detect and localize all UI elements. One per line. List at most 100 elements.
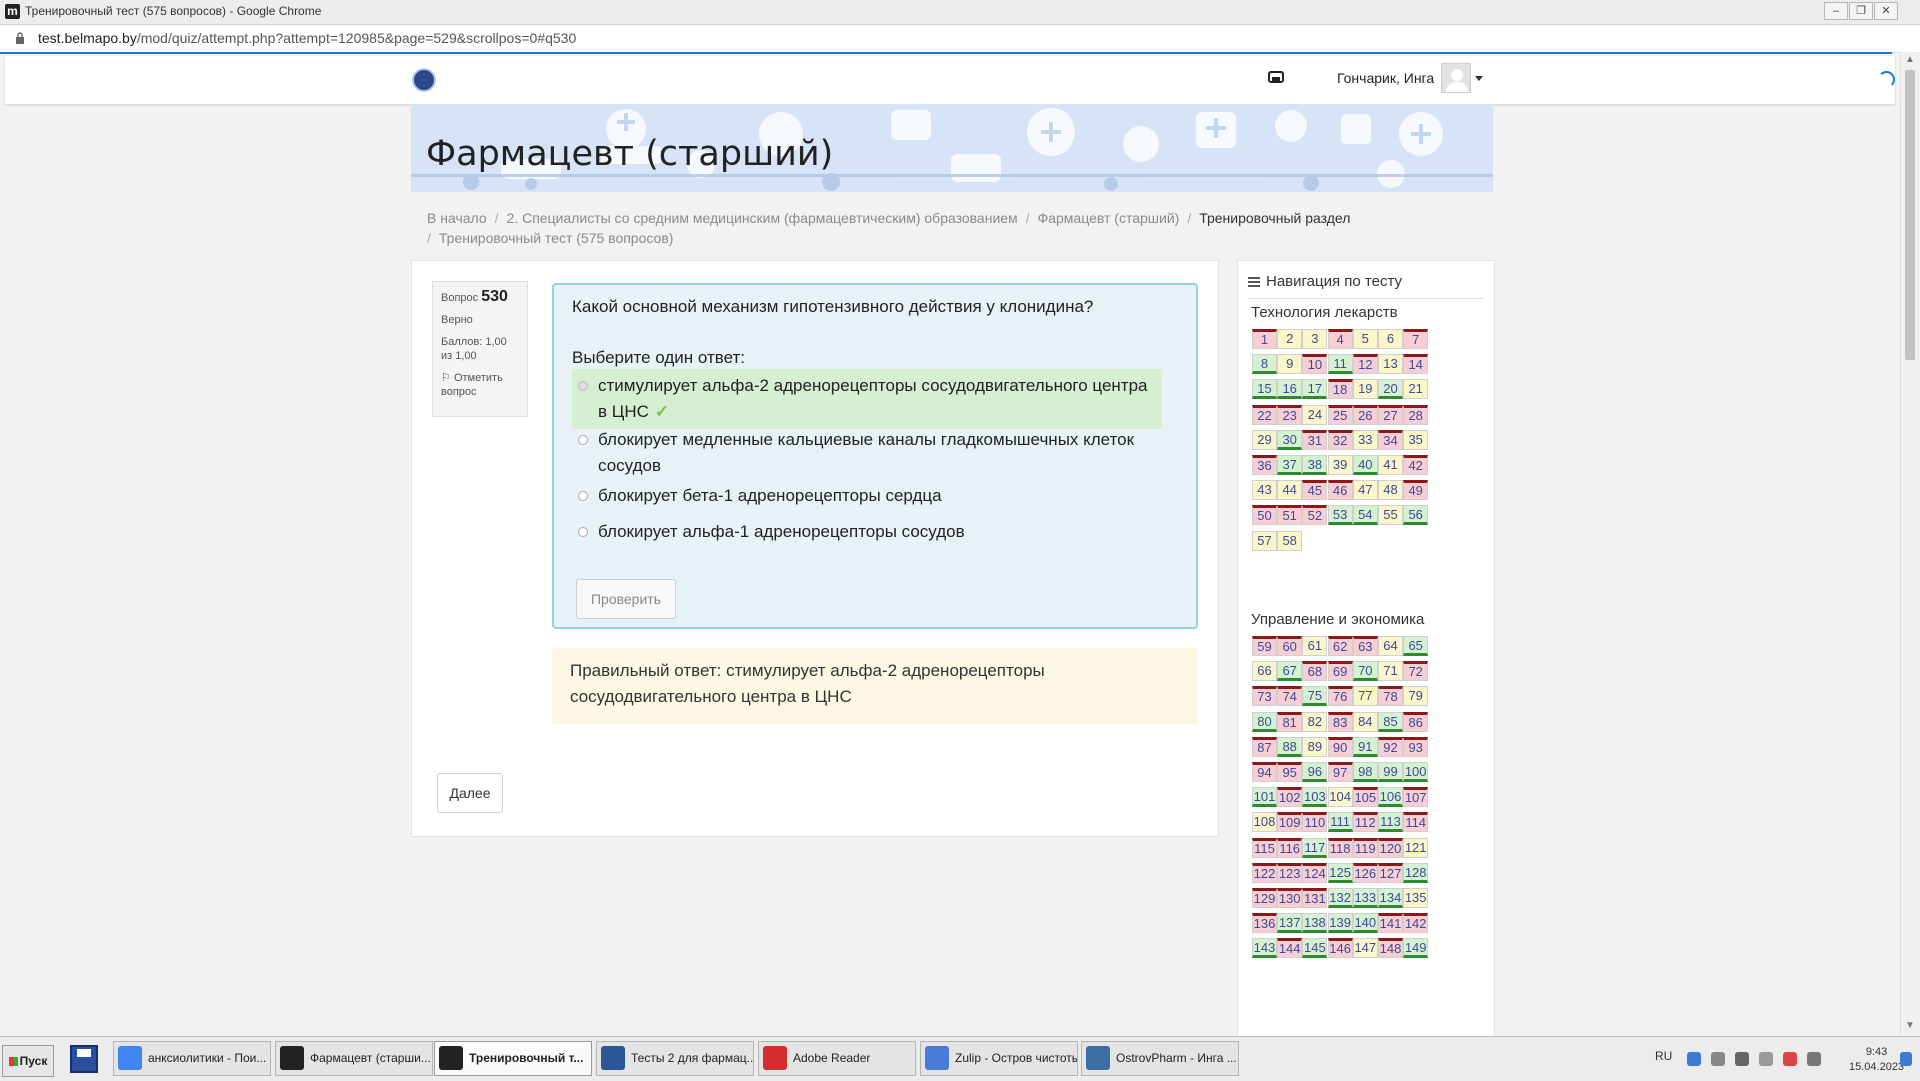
question-nav-button[interactable]: 57 — [1252, 530, 1277, 551]
address-bar[interactable]: test.belmapo.by/mod/quiz/attempt.php?att… — [0, 25, 1920, 53]
question-nav-button[interactable]: 56 — [1403, 505, 1429, 526]
question-nav-button[interactable]: 73 — [1252, 686, 1277, 707]
question-nav-button[interactable]: 146 — [1327, 938, 1353, 959]
answer-option-1[interactable]: стимулирует альфа-2 адренорецепторы сосу… — [572, 369, 1162, 429]
tray-app-icon[interactable] — [1783, 1052, 1797, 1066]
scrollbar-thumb[interactable] — [1905, 70, 1915, 360]
taskbar-task-button[interactable]: Тренировочный т... — [434, 1041, 592, 1076]
question-nav-button[interactable]: 143 — [1252, 938, 1277, 959]
question-nav-button[interactable]: 14 — [1403, 354, 1429, 375]
question-nav-button[interactable]: 118 — [1327, 837, 1353, 858]
question-nav-button[interactable]: 125 — [1327, 862, 1353, 883]
question-nav-button[interactable]: 140 — [1352, 913, 1378, 934]
question-nav-button[interactable]: 48 — [1378, 480, 1403, 501]
network-icon[interactable] — [1759, 1052, 1773, 1066]
url-text[interactable]: test.belmapo.by/mod/quiz/attempt.php?att… — [38, 30, 576, 46]
minimize-button[interactable]: – — [1824, 2, 1848, 20]
question-nav-button[interactable]: 4 — [1327, 329, 1353, 349]
question-nav-button[interactable]: 134 — [1378, 888, 1403, 908]
tray-app-icon[interactable] — [1711, 1052, 1725, 1066]
system-clock[interactable]: 9:43 15.04.2023 — [1849, 1045, 1904, 1075]
question-nav-button[interactable]: 90 — [1327, 736, 1353, 757]
taskbar-task-button[interactable]: Фармацевт (старши... — [275, 1041, 433, 1076]
question-nav-button[interactable]: 26 — [1352, 404, 1378, 425]
avatar[interactable] — [1441, 63, 1471, 93]
question-nav-button[interactable]: 89 — [1302, 736, 1328, 757]
question-nav-button[interactable]: 16 — [1277, 379, 1303, 400]
question-nav-button[interactable]: 12 — [1352, 354, 1378, 375]
answer-option-2[interactable]: блокирует медленные кальциевые каналы гл… — [572, 427, 1162, 479]
page-scrollbar[interactable]: ▲ ▼ — [1900, 52, 1919, 1036]
question-nav-button[interactable]: 106 — [1378, 787, 1403, 808]
question-nav-button[interactable]: 86 — [1403, 711, 1429, 732]
question-nav-button[interactable]: 34 — [1378, 429, 1403, 450]
question-nav-button[interactable]: 136 — [1252, 913, 1277, 934]
question-nav-button[interactable]: 103 — [1302, 787, 1328, 808]
question-nav-button[interactable]: 93 — [1403, 736, 1429, 757]
question-nav-button[interactable]: 45 — [1302, 480, 1328, 501]
floppy-disk-icon[interactable] — [70, 1045, 98, 1073]
speaker-icon[interactable] — [1735, 1052, 1749, 1066]
question-nav-button[interactable]: 130 — [1277, 888, 1303, 908]
radio-button[interactable] — [578, 381, 588, 391]
question-nav-button[interactable]: 58 — [1277, 530, 1303, 551]
radio-button[interactable] — [578, 435, 588, 445]
tray-app-icon[interactable] — [1687, 1052, 1701, 1066]
question-nav-button[interactable]: 25 — [1327, 404, 1353, 425]
taskbar-task-button[interactable]: анксиолитики - Пои... — [113, 1041, 271, 1076]
question-nav-button[interactable]: 83 — [1327, 711, 1353, 732]
question-nav-button[interactable]: 33 — [1352, 429, 1378, 450]
question-nav-button[interactable]: 27 — [1378, 404, 1403, 425]
question-nav-button[interactable]: 30 — [1277, 429, 1303, 450]
question-nav-button[interactable]: 128 — [1403, 862, 1429, 883]
taskbar-task-button[interactable]: Тесты 2 для фармац... — [596, 1041, 754, 1076]
question-nav-button[interactable]: 36 — [1252, 455, 1277, 475]
question-nav-button[interactable]: 37 — [1277, 455, 1303, 475]
question-nav-button[interactable]: 91 — [1352, 736, 1378, 757]
question-nav-button[interactable]: 76 — [1327, 686, 1353, 707]
question-nav-button[interactable]: 147 — [1352, 938, 1378, 959]
question-nav-button[interactable]: 46 — [1327, 480, 1353, 501]
taskbar-task-button[interactable]: Adobe Reader — [758, 1041, 916, 1076]
question-nav-button[interactable]: 9 — [1277, 354, 1303, 375]
question-nav-button[interactable]: 95 — [1277, 762, 1303, 782]
question-nav-button[interactable]: 6 — [1378, 329, 1403, 349]
user-name[interactable]: Гончарик, Инга — [1337, 70, 1434, 86]
question-nav-button[interactable]: 19 — [1352, 379, 1378, 400]
question-nav-button[interactable]: 49 — [1403, 480, 1429, 501]
question-nav-button[interactable]: 40 — [1352, 455, 1378, 475]
question-nav-button[interactable]: 39 — [1327, 455, 1353, 475]
question-nav-button[interactable]: 80 — [1252, 711, 1277, 732]
show-desktop-icon[interactable] — [1900, 1052, 1912, 1066]
question-nav-button[interactable]: 123 — [1277, 862, 1303, 883]
question-nav-button[interactable]: 10 — [1302, 354, 1328, 375]
question-nav-button[interactable]: 85 — [1378, 711, 1403, 732]
question-nav-button[interactable]: 144 — [1277, 938, 1303, 959]
question-nav-button[interactable]: 119 — [1352, 837, 1378, 858]
scroll-down-icon[interactable]: ▼ — [1905, 1020, 1915, 1031]
question-nav-button[interactable]: 61 — [1302, 636, 1328, 656]
question-nav-button[interactable]: 20 — [1378, 379, 1403, 400]
question-nav-button[interactable]: 117 — [1302, 837, 1328, 858]
question-nav-button[interactable]: 99 — [1378, 762, 1403, 782]
start-button[interactable]: Пуск — [2, 1045, 54, 1077]
question-nav-button[interactable]: 78 — [1378, 686, 1403, 707]
question-nav-button[interactable]: 69 — [1327, 661, 1353, 682]
site-logo[interactable] — [412, 68, 436, 92]
question-nav-button[interactable]: 79 — [1403, 686, 1429, 707]
question-nav-button[interactable]: 111 — [1327, 812, 1353, 833]
question-nav-button[interactable]: 41 — [1378, 455, 1403, 475]
question-nav-button[interactable]: 137 — [1277, 913, 1303, 934]
question-nav-button[interactable]: 54 — [1352, 505, 1378, 526]
question-nav-button[interactable]: 2 — [1277, 329, 1303, 349]
question-nav-button[interactable]: 29 — [1252, 429, 1277, 450]
question-nav-button[interactable]: 71 — [1378, 661, 1403, 682]
question-nav-button[interactable]: 75 — [1302, 686, 1328, 707]
breadcrumb-item[interactable]: 2. Специалисты со средним медицинским (ф… — [507, 210, 1018, 226]
question-nav-button[interactable]: 84 — [1352, 711, 1378, 732]
question-nav-button[interactable]: 70 — [1352, 661, 1378, 682]
question-nav-button[interactable]: 8 — [1252, 354, 1277, 375]
flag-question-button[interactable]: ⚐ Отметить вопрос — [441, 371, 519, 399]
question-nav-button[interactable]: 100 — [1403, 762, 1429, 782]
question-nav-button[interactable]: 60 — [1277, 636, 1303, 656]
